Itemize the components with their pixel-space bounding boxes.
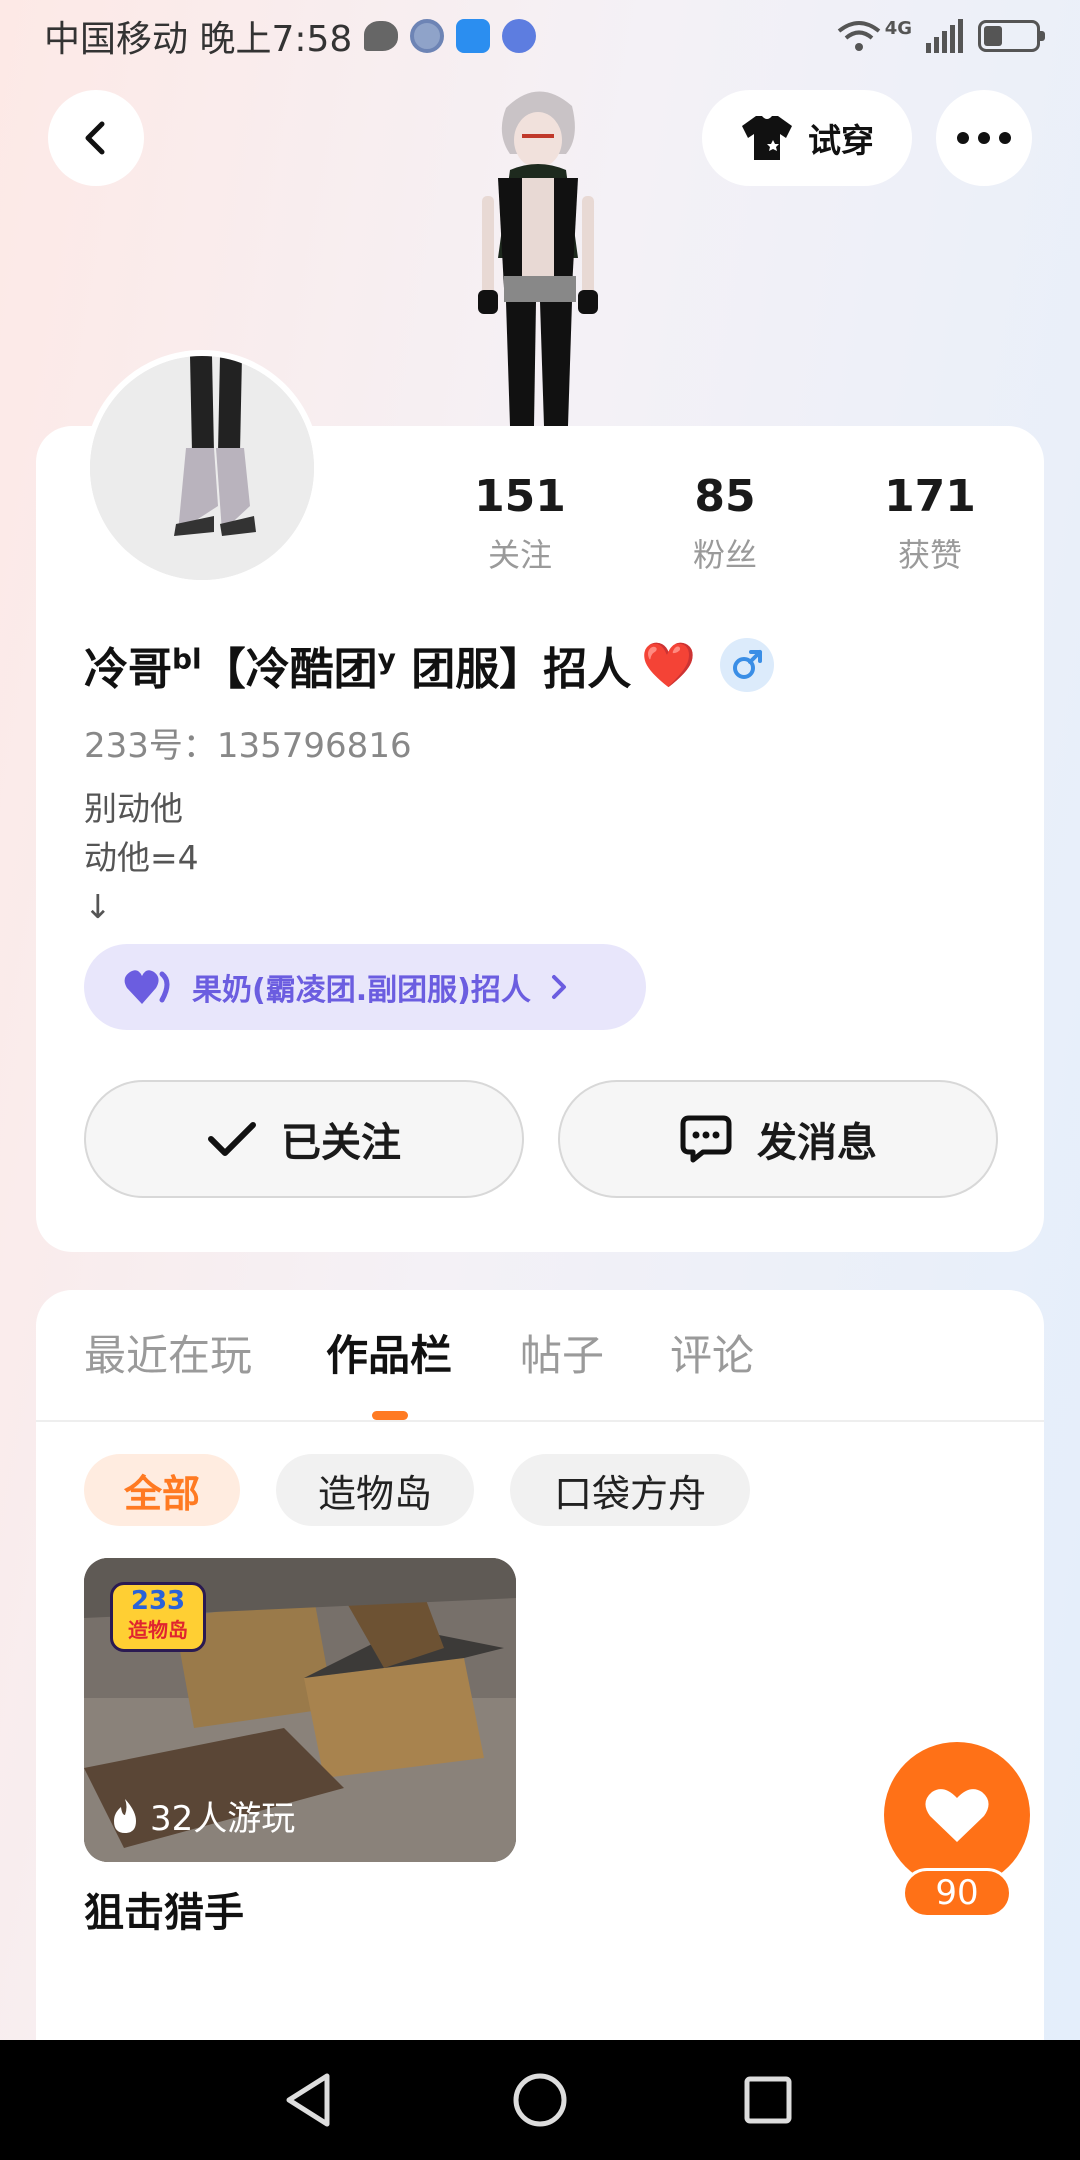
stat-following-value: 151 — [474, 471, 566, 522]
weather-icon — [456, 19, 491, 53]
nav-back-icon — [286, 2073, 330, 2127]
gender-badge — [720, 638, 775, 692]
battery-icon — [978, 20, 1045, 52]
username: 冷哥bl【冷酷团y 团服】招人 — [84, 633, 631, 697]
tryon-button[interactable]: 试穿 — [702, 90, 912, 186]
tshirt-icon — [742, 116, 792, 160]
game-badge-line-1: 233 — [130, 1586, 186, 1616]
chip-pocket-ark[interactable]: 口袋方舟 — [510, 1454, 750, 1526]
network-type: 4G — [884, 17, 912, 39]
nav-home-button[interactable] — [500, 2060, 580, 2140]
name-superscript-2: y — [377, 642, 396, 676]
game-plays-text: 32人游玩 — [150, 1799, 296, 1839]
group-link-pill[interactable]: 果奶(霸凌团.副团服)招人 — [84, 944, 646, 1030]
group-pill-label: 果奶(霸凌团.副团服)招人 — [192, 973, 531, 1008]
name-emoji: ❤️ — [641, 640, 697, 691]
check-icon — [208, 1122, 256, 1156]
nav-recents-button[interactable] — [728, 2060, 808, 2140]
signal-icon — [926, 19, 963, 53]
name-suffix: 团服】招人 — [395, 644, 632, 695]
followed-label: 已关注 — [281, 1120, 401, 1166]
back-button[interactable] — [48, 90, 144, 186]
tryon-label: 试穿 — [808, 121, 874, 160]
nav-home-icon — [513, 2073, 567, 2127]
nav-back-button[interactable] — [268, 2060, 348, 2140]
stat-followers-value: 85 — [694, 471, 756, 522]
chat-icon — [364, 21, 399, 51]
flame-icon — [114, 1798, 136, 1833]
back-arrow-icon — [85, 121, 105, 155]
chat-bubble-icon — [680, 1115, 732, 1163]
battery-fill — [984, 26, 1002, 46]
game-card[interactable]: 233 造物岛 32人游玩 — [84, 1558, 516, 1862]
more-button[interactable] — [936, 90, 1032, 186]
status-right: 4G — [837, 16, 1045, 56]
tab-recent-play[interactable]: 最近在玩 — [84, 1322, 252, 1383]
system-nav-bar — [0, 2040, 1080, 2160]
chip-creation-island[interactable]: 造物岛 — [276, 1454, 474, 1526]
purple-heart-icon — [124, 970, 170, 1004]
followed-button[interactable]: 已关注 — [84, 1080, 524, 1198]
tab-posts[interactable]: 帖子 — [520, 1322, 604, 1383]
profile-stats: 151 关注 85 粉丝 171 获赞 — [0, 468, 1080, 588]
stat-followers[interactable]: 85 粉丝 — [645, 468, 805, 576]
send-message-label: 发消息 — [757, 1120, 877, 1166]
status-left: 中国移动 晚上7:58 — [44, 14, 537, 60]
game-badge-line-2: 造物岛 — [128, 1618, 188, 1642]
music-icon — [502, 19, 537, 53]
carrier-time-text: 中国移动 晚上7:58 — [44, 19, 353, 60]
stat-followers-label: 粉丝 — [692, 536, 757, 574]
bio-line: 动他=4 — [84, 838, 199, 877]
clock-icon — [410, 19, 445, 53]
tab-works[interactable]: 作品栏 — [326, 1322, 452, 1383]
heart-icon — [925, 1789, 989, 1842]
game-badge: 233 造物岛 — [110, 1582, 206, 1652]
like-count: 90 — [902, 1868, 1012, 1918]
status-bar: 中国移动 晚上7:58 4G — [0, 0, 1080, 72]
chip-all[interactable]: 全部 — [84, 1454, 240, 1526]
bio-line: 别动他 — [84, 789, 183, 828]
name-middle: 【冷酷团 — [201, 644, 378, 695]
wifi-icon — [837, 21, 880, 51]
stat-likes-value: 171 — [884, 471, 976, 522]
user-id: 233号：135796816 — [84, 726, 412, 766]
avatar-figure — [448, 78, 628, 426]
stat-likes[interactable]: 171 获赞 — [850, 468, 1010, 576]
more-dots-icon — [957, 132, 1011, 144]
tab-comments[interactable]: 评论 — [670, 1322, 754, 1383]
bio-line: ↓ — [84, 887, 112, 926]
game-plays: 32人游玩 — [110, 1791, 295, 1840]
bio: 别动他 动他=4 ↓ — [84, 784, 199, 931]
tab-divider — [36, 1420, 1044, 1422]
nav-recents-icon — [744, 2076, 792, 2124]
stat-following[interactable]: 151 关注 — [440, 468, 600, 576]
name-prefix: 冷哥 — [84, 644, 172, 695]
like-button[interactable] — [884, 1742, 1030, 1888]
send-message-button[interactable]: 发消息 — [558, 1080, 998, 1198]
chevron-right-icon — [551, 975, 566, 999]
male-gender-icon — [733, 650, 763, 679]
name-superscript-1: bl — [172, 642, 202, 676]
username-row: 冷哥bl【冷酷团y 团服】招人 ❤️ — [84, 630, 775, 700]
stat-likes-label: 获赞 — [897, 536, 962, 574]
game-title[interactable]: 狙击猎手 — [84, 1880, 244, 1938]
stat-following-label: 关注 — [487, 536, 552, 574]
tab-active-indicator — [372, 1411, 408, 1420]
